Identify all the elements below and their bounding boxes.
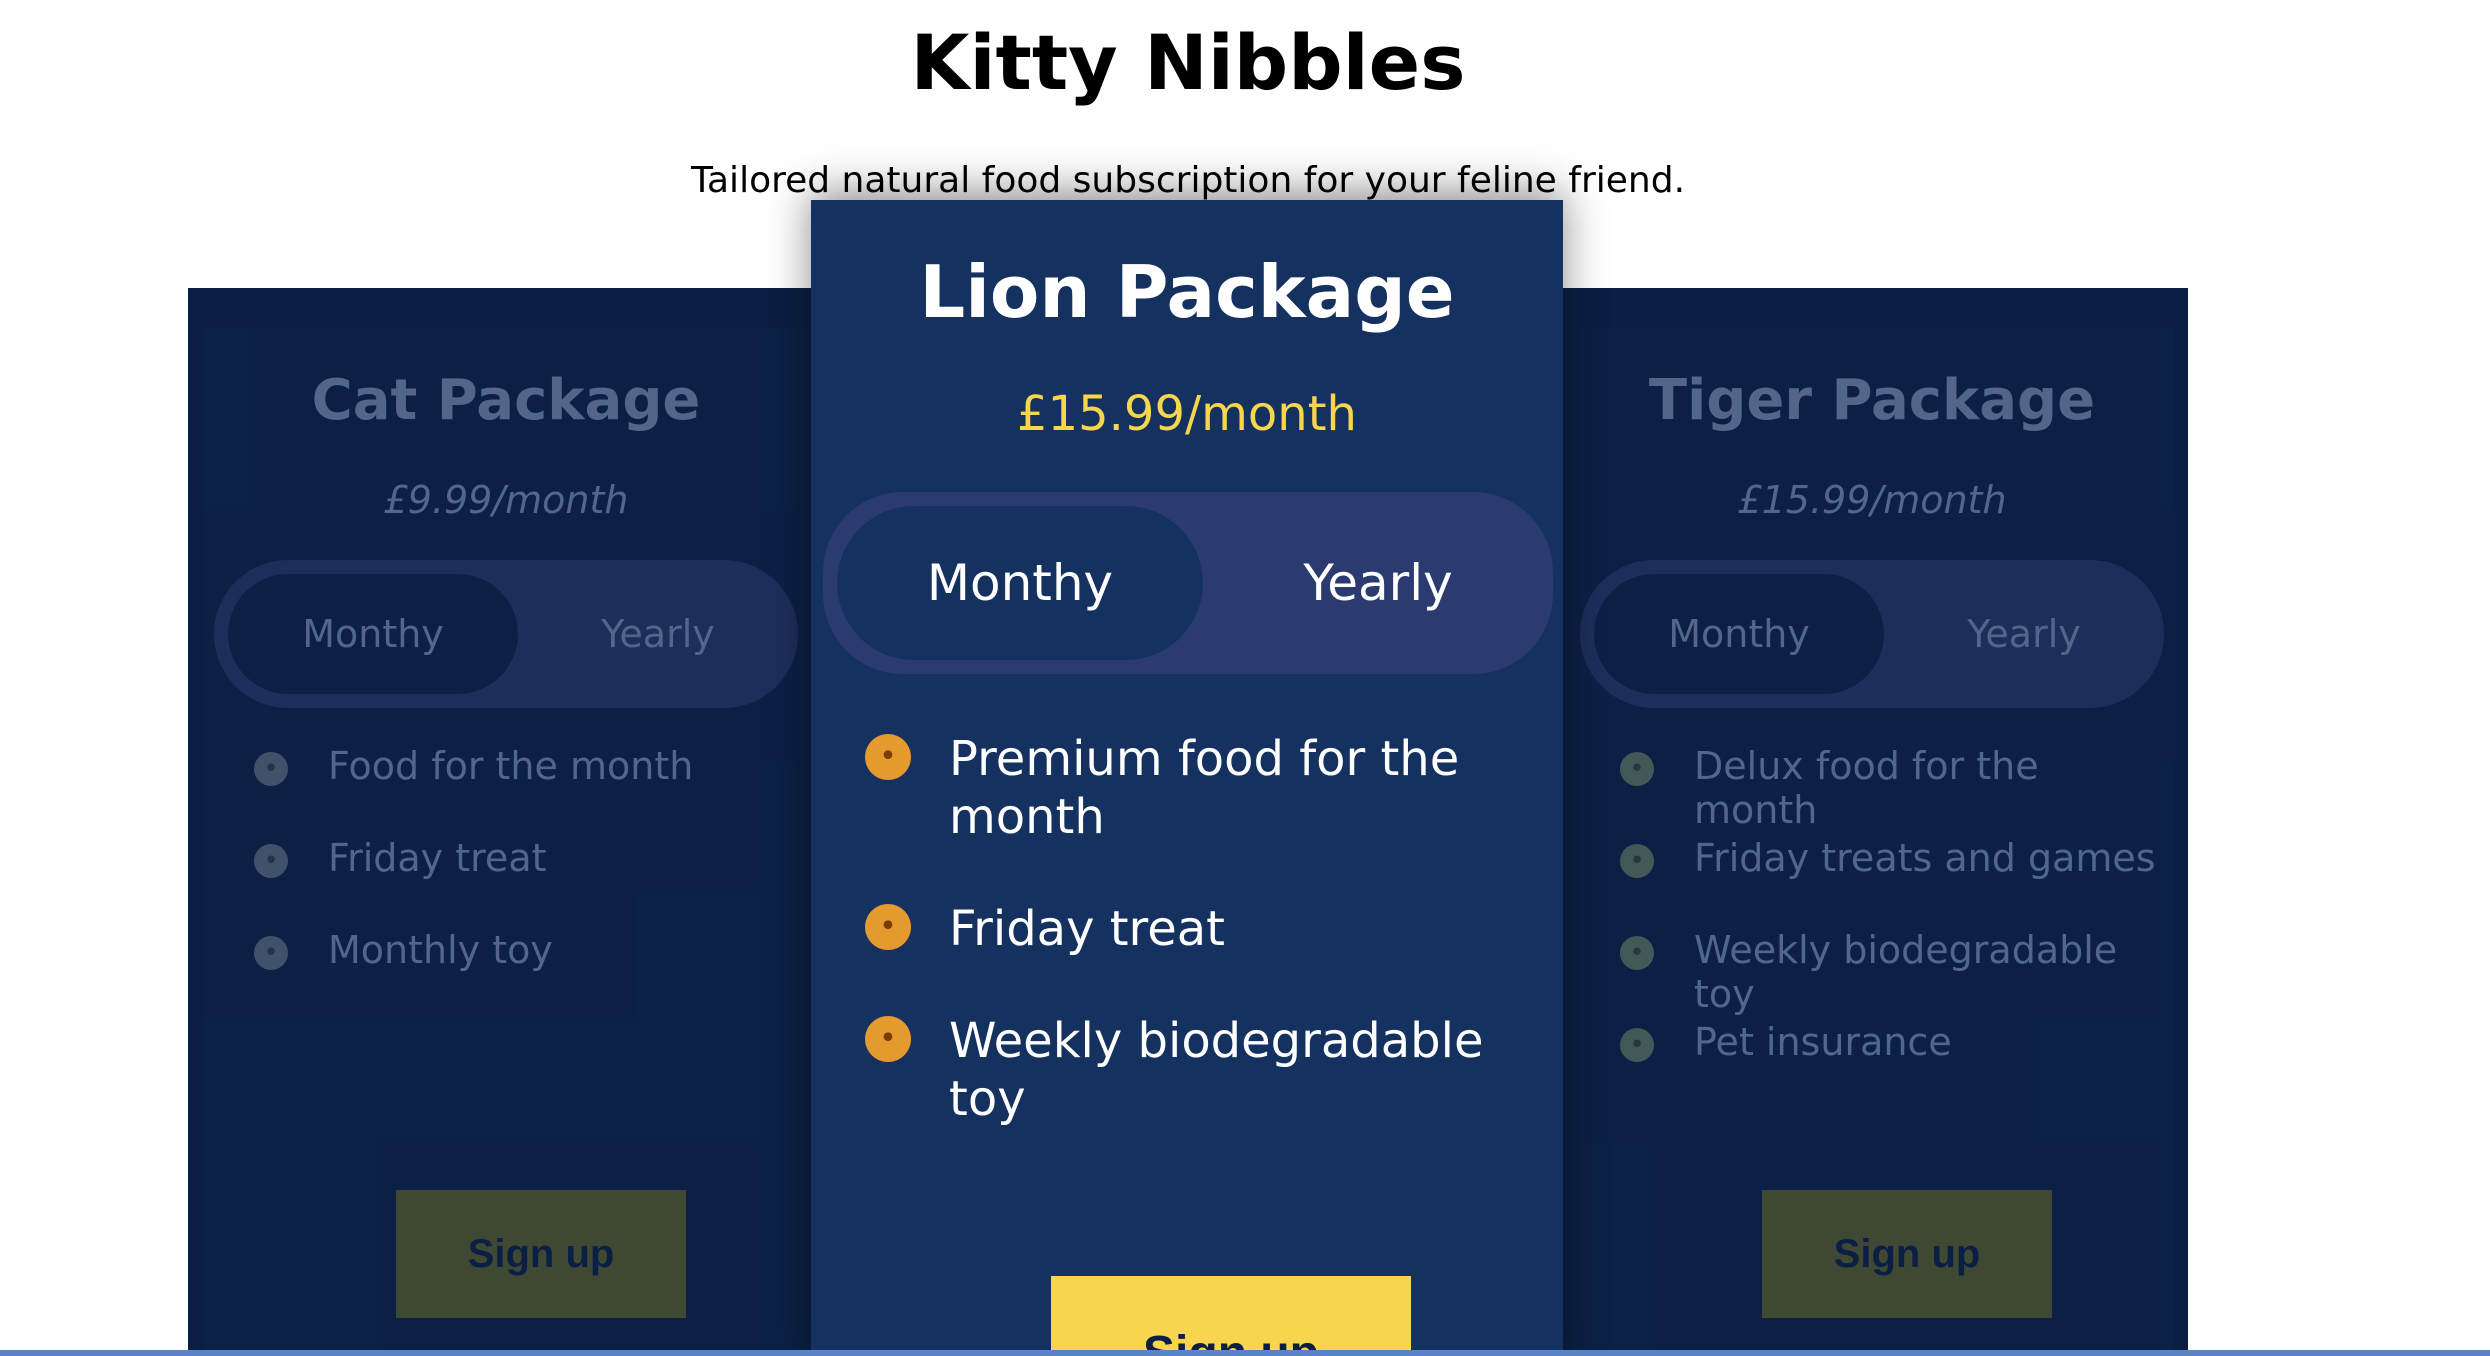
card-title: Tiger Package [1648,368,2096,433]
feature-list: • Premium food for the month • Friday trea… [865,730,1545,1182]
page-title: Kitty Nibbles [910,18,1466,107]
sign-up-button[interactable]: Sign up [1051,1276,1411,1356]
tiger-face-icon: • [1620,1028,1654,1062]
sign-up-button[interactable]: Sign up [396,1190,686,1318]
billing-toggle[interactable]: Monthy Yearly [823,492,1553,674]
sign-up-button[interactable]: Sign up [1762,1190,2052,1318]
list-item: • Food for the month [254,744,794,836]
list-item: • Pet insurance [1620,1020,2160,1112]
list-item: • Delux food for the month [1620,744,2160,836]
feature-label: Delux food for the month [1694,744,2039,832]
feature-label: Weekly biodegradable toy [1694,928,2118,1016]
feature-label: Pet insurance [1694,1020,1952,1064]
feature-label: Friday treat [328,836,547,880]
list-item: • Weekly biodegradable toy [865,1012,1545,1128]
card-title: Lion Package [919,250,1455,334]
list-item: • Monthly toy [254,928,794,1020]
card-title: Cat Package [311,368,701,433]
feature-label: Friday treat [949,901,1225,957]
tiger-package-card: Tiger Package £15.99/month Monthy Yearly… [1570,328,2174,1356]
list-item: • Weekly biodegradable toy [1620,928,2160,1020]
cat-face-icon: • [254,936,288,970]
cat-face-icon: • [254,844,288,878]
tiger-face-icon: • [1620,752,1654,786]
card-price: £15.99/month [1017,386,1357,442]
feature-label: Weekly biodegradable toy [949,1013,1484,1127]
list-item: • Premium food for the month [865,730,1545,846]
card-price: £15.99/month [1737,478,2007,522]
billing-toggle[interactable]: Monthy Yearly [214,560,798,708]
feature-list: • Food for the month • Friday treat • Month… [254,744,794,1020]
feature-list: • Delux food for the month • Friday treats… [1620,744,2160,1112]
list-item: • Friday treats and games [1620,836,2160,928]
cat-face-icon: • [254,752,288,786]
lion-face-icon: • [865,734,911,780]
feature-label: Food for the month [328,744,694,788]
tiger-face-icon: • [1620,844,1654,878]
page-subtitle: Tailored natural food subscription for y… [690,160,1686,201]
yearly-option[interactable]: Yearly [1884,560,2164,708]
yearly-option[interactable]: Yearly [1203,492,1553,674]
list-item: • Friday treat [254,836,794,928]
tiger-face-icon: • [1620,936,1654,970]
lion-face-icon: • [865,1016,911,1062]
billing-toggle[interactable]: Monthy Yearly [1580,560,2164,708]
feature-label: Monthly toy [328,928,553,972]
lion-package-card: Lion Package £15.99/month Monthy Yearly … [811,200,1563,1356]
list-item: • Friday treat [865,900,1545,958]
page-bottom-border [0,1350,2490,1356]
monthly-option[interactable]: Monthy [1594,574,1884,694]
cat-package-card: Cat Package £9.99/month Monthy Yearly • F… [204,328,808,1356]
feature-label: Premium food for the month [949,731,1460,845]
card-price: £9.99/month [383,478,629,522]
feature-label: Friday treats and games [1694,836,2156,880]
monthly-option[interactable]: Monthy [228,574,518,694]
yearly-option[interactable]: Yearly [518,560,798,708]
monthly-option[interactable]: Monthy [837,506,1203,660]
lion-face-icon: • [865,904,911,950]
page: Kitty Nibbles Tailored natural food subs… [0,0,2490,1356]
